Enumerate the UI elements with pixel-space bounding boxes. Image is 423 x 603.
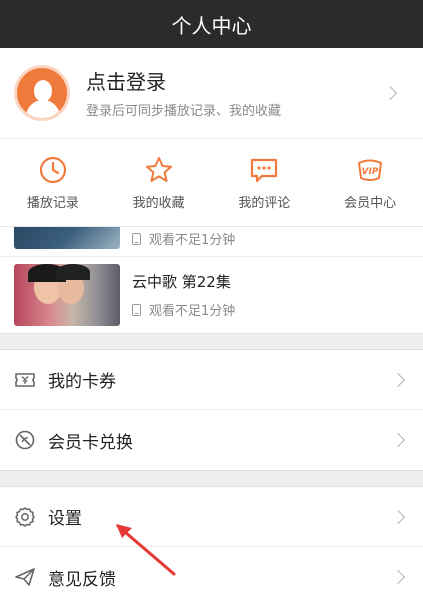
vip-icon: VIP [358, 159, 383, 181]
chevron-right-icon [390, 432, 406, 448]
menu-item-vip-exchange[interactable]: 会员卡兑换 [0, 410, 423, 470]
episode-title: 云中歌 第22集 [132, 273, 231, 291]
menu-label: 意见反馈 [48, 569, 116, 590]
menu-label: 我的卡券 [48, 372, 116, 392]
comment-icon [251, 158, 278, 183]
quick-action-comments[interactable]: 我的评论 [212, 139, 318, 226]
quick-actions: 播放记录 我的收藏 我的评论 VIP 会员中心 [0, 138, 423, 226]
exchange-icon [15, 430, 35, 450]
login-card[interactable]: 点击登录 登录后可同步播放记录、我的收藏 [0, 48, 423, 138]
chevron-right-icon [390, 569, 406, 585]
watch-progress: 观看不足1分钟 [149, 304, 236, 319]
title-bar: 个人中心 [0, 0, 423, 48]
clock-icon [39, 156, 66, 184]
chevron-right-icon [390, 372, 406, 387]
login-title: 点击登录 [86, 69, 166, 94]
menu-label: 设置 [48, 509, 82, 529]
watch-history-list: 观看不足1分钟 云中歌 第22集 观看不足1分钟 [0, 226, 423, 333]
watch-progress: 观看不足1分钟 [149, 233, 236, 248]
list-item[interactable]: 观看不足1分钟 [0, 227, 423, 257]
section-divider [0, 470, 423, 487]
video-thumbnail [14, 264, 120, 326]
video-thumbnail [14, 227, 120, 249]
phone-icon [132, 232, 141, 245]
coupon-icon [15, 372, 35, 387]
gear-icon [15, 506, 35, 527]
list-item[interactable]: 云中歌 第22集 观看不足1分钟 [0, 257, 423, 333]
section-divider [0, 333, 423, 350]
quick-action-vip[interactable]: VIP 会员中心 [317, 139, 423, 226]
menu-group-1: 我的卡券 会员卡兑换 [0, 350, 423, 470]
menu-item-settings[interactable]: 设置 [0, 487, 423, 547]
menu-group-2: 设置 意见反馈 [0, 487, 423, 603]
quick-action-label: 我的评论 [238, 196, 291, 211]
avatar[interactable] [14, 65, 70, 121]
quick-action-favorites[interactable]: 我的收藏 [106, 139, 212, 226]
menu-item-coupons[interactable]: 我的卡券 [0, 350, 423, 410]
quick-action-history[interactable]: 播放记录 [0, 139, 106, 226]
star-icon [145, 157, 172, 182]
quick-action-label: 播放记录 [26, 196, 79, 211]
quick-action-label: 会员中心 [344, 196, 397, 211]
phone-icon [132, 303, 141, 316]
chevron-right-icon [390, 509, 406, 524]
menu-item-feedback[interactable]: 意见反馈 [0, 547, 423, 603]
quick-action-label: 我的收藏 [132, 196, 185, 211]
login-subtitle: 登录后可同步播放记录、我的收藏 [86, 103, 282, 119]
svg-text:VIP: VIP [362, 167, 379, 177]
page-title: 个人中心 [171, 13, 252, 38]
menu-label: 会员卡兑换 [48, 432, 133, 453]
feedback-icon [15, 568, 35, 586]
login-text: 点击登录 登录后可同步播放记录、我的收藏 [86, 68, 385, 119]
chevron-right-icon [382, 85, 398, 101]
